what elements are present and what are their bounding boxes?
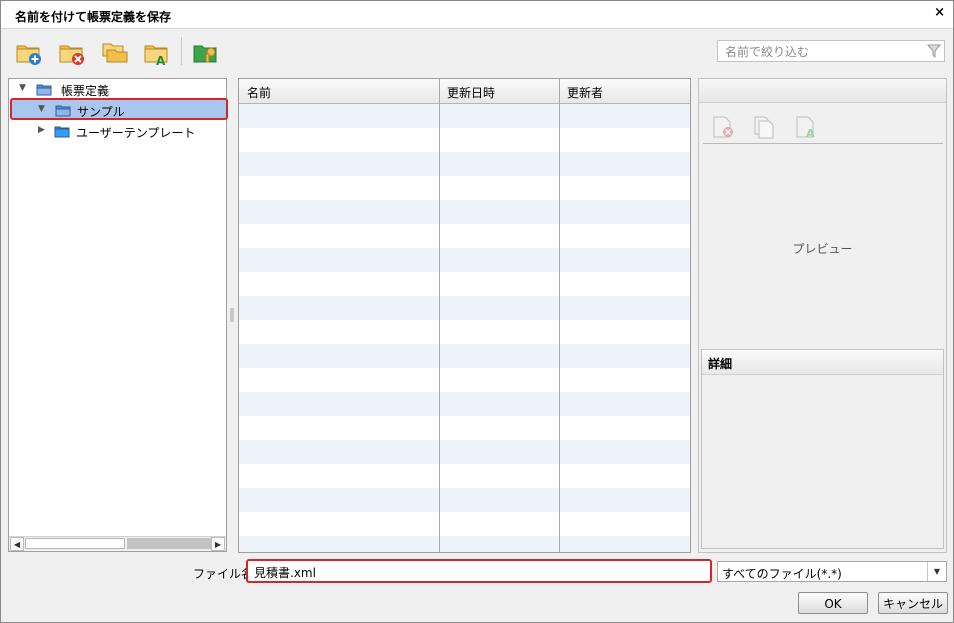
- collapse-arrow-icon[interactable]: ▼: [38, 104, 45, 114]
- list-row-stripe: [239, 176, 690, 200]
- cancel-button[interactable]: キャンセル: [878, 592, 948, 614]
- collapse-arrow-icon[interactable]: ▼: [19, 83, 26, 93]
- folder-copy-icon: [102, 43, 128, 63]
- title-bar: 名前を付けて帳票定義を保存 ×: [1, 1, 953, 29]
- delete-folder-button[interactable]: [58, 39, 86, 67]
- file-rename-icon[interactable]: A: [794, 115, 818, 139]
- list-row-stripe: [239, 320, 690, 344]
- copy-folder-button[interactable]: [101, 39, 129, 67]
- detail-header: 詳細: [702, 350, 943, 375]
- file-list: 名前 更新日時 更新者: [238, 78, 691, 553]
- toolbar: A: [1, 29, 953, 73]
- list-row-stripe: [239, 104, 690, 128]
- filter-icon: [927, 44, 941, 58]
- tree-item-sample[interactable]: ▼ サンプル: [10, 98, 228, 120]
- svg-text:A: A: [806, 127, 815, 139]
- folder-key-icon: [193, 45, 217, 63]
- close-icon[interactable]: ×: [934, 5, 945, 20]
- list-row-stripe: [239, 128, 690, 152]
- file-list-header: 名前 更新日時 更新者: [239, 79, 690, 104]
- file-delete-icon[interactable]: [711, 115, 735, 139]
- tree-item-label: ユーザーテンプレート: [76, 126, 196, 140]
- list-row-stripe: [239, 344, 690, 368]
- ok-button[interactable]: OK: [798, 592, 868, 614]
- folder-rename-icon: A: [144, 45, 168, 68]
- preview-panel: A プレビュー 詳細: [698, 78, 947, 553]
- list-row-stripe: [239, 416, 690, 440]
- column-header-updater[interactable]: 更新者: [567, 84, 603, 101]
- list-row-stripe: [239, 296, 690, 320]
- permission-button[interactable]: [192, 39, 220, 67]
- column-header-name[interactable]: 名前: [247, 84, 271, 101]
- list-row-stripe: [239, 248, 690, 272]
- tree-item-label: サンプル: [77, 105, 125, 119]
- save-dialog: 名前を付けて帳票定義を保存 × A 名前で絞り込む ▼ 帳票定義 ▼ サンプル …: [0, 0, 954, 623]
- rename-folder-button[interactable]: A: [143, 39, 171, 68]
- list-row-stripe: [239, 368, 690, 392]
- filetype-value: すべてのファイル(*.*): [722, 567, 842, 581]
- scroll-left-icon[interactable]: ◀: [10, 537, 24, 551]
- tree-item-root[interactable]: ▼ 帳票定義: [9, 79, 226, 99]
- list-row-stripe: [239, 440, 690, 464]
- tree-item-user-templates[interactable]: ▶ ユーザーテンプレート: [9, 121, 226, 141]
- folder-add-icon: [16, 45, 41, 65]
- file-list-rows: [239, 104, 690, 552]
- chevron-down-icon[interactable]: ▼: [927, 562, 946, 581]
- tree-horizontal-scrollbar[interactable]: ◀ ▶: [9, 536, 226, 551]
- list-row-stripe: [239, 224, 690, 248]
- toolbar-separator: [181, 37, 182, 65]
- list-row-stripe: [239, 464, 690, 488]
- filter-box[interactable]: [717, 40, 945, 62]
- column-header-updated[interactable]: 更新日時: [447, 84, 495, 101]
- filename-field[interactable]: [246, 559, 712, 583]
- list-row-stripe: [239, 512, 690, 536]
- list-row-stripe: [239, 488, 690, 512]
- preview-header: [699, 79, 946, 103]
- list-row-stripe: [239, 200, 690, 224]
- scroll-thumb[interactable]: [127, 538, 211, 549]
- list-row-stripe: [239, 536, 690, 552]
- folder-delete-icon: [59, 45, 84, 65]
- filter-input[interactable]: [723, 44, 927, 60]
- preview-placeholder: プレビュー: [792, 242, 853, 256]
- scroll-thumb-area[interactable]: [25, 538, 125, 549]
- tree-item-label: 帳票定義: [61, 84, 110, 98]
- filetype-select[interactable]: すべてのファイル(*.*) ▼: [717, 561, 947, 582]
- file-copy-icon[interactable]: [752, 115, 776, 139]
- scroll-right-icon[interactable]: ▶: [211, 537, 225, 551]
- column-divider: [559, 79, 560, 552]
- new-folder-button[interactable]: [15, 39, 43, 67]
- detail-panel: 詳細: [701, 349, 944, 549]
- filename-input[interactable]: [252, 563, 706, 582]
- filename-label: ファイル名: [193, 567, 254, 581]
- preview-divider: [703, 143, 943, 144]
- expand-arrow-icon[interactable]: ▶: [38, 125, 45, 135]
- folder-icon: [55, 105, 71, 117]
- folder-icon: [54, 126, 70, 138]
- column-divider: [439, 79, 440, 552]
- detail-title: 詳細: [708, 357, 733, 371]
- dialog-title: 名前を付けて帳票定義を保存: [15, 10, 172, 24]
- list-row-stripe: [239, 272, 690, 296]
- svg-text:A: A: [156, 54, 166, 67]
- list-row-stripe: [239, 152, 690, 176]
- folder-icon: [36, 84, 52, 96]
- list-row-stripe: [239, 392, 690, 416]
- folder-tree: ▼ 帳票定義 ▼ サンプル ▶ ユーザーテンプレート ◀ ▶: [8, 78, 228, 552]
- splitter-grip-icon[interactable]: [230, 308, 235, 322]
